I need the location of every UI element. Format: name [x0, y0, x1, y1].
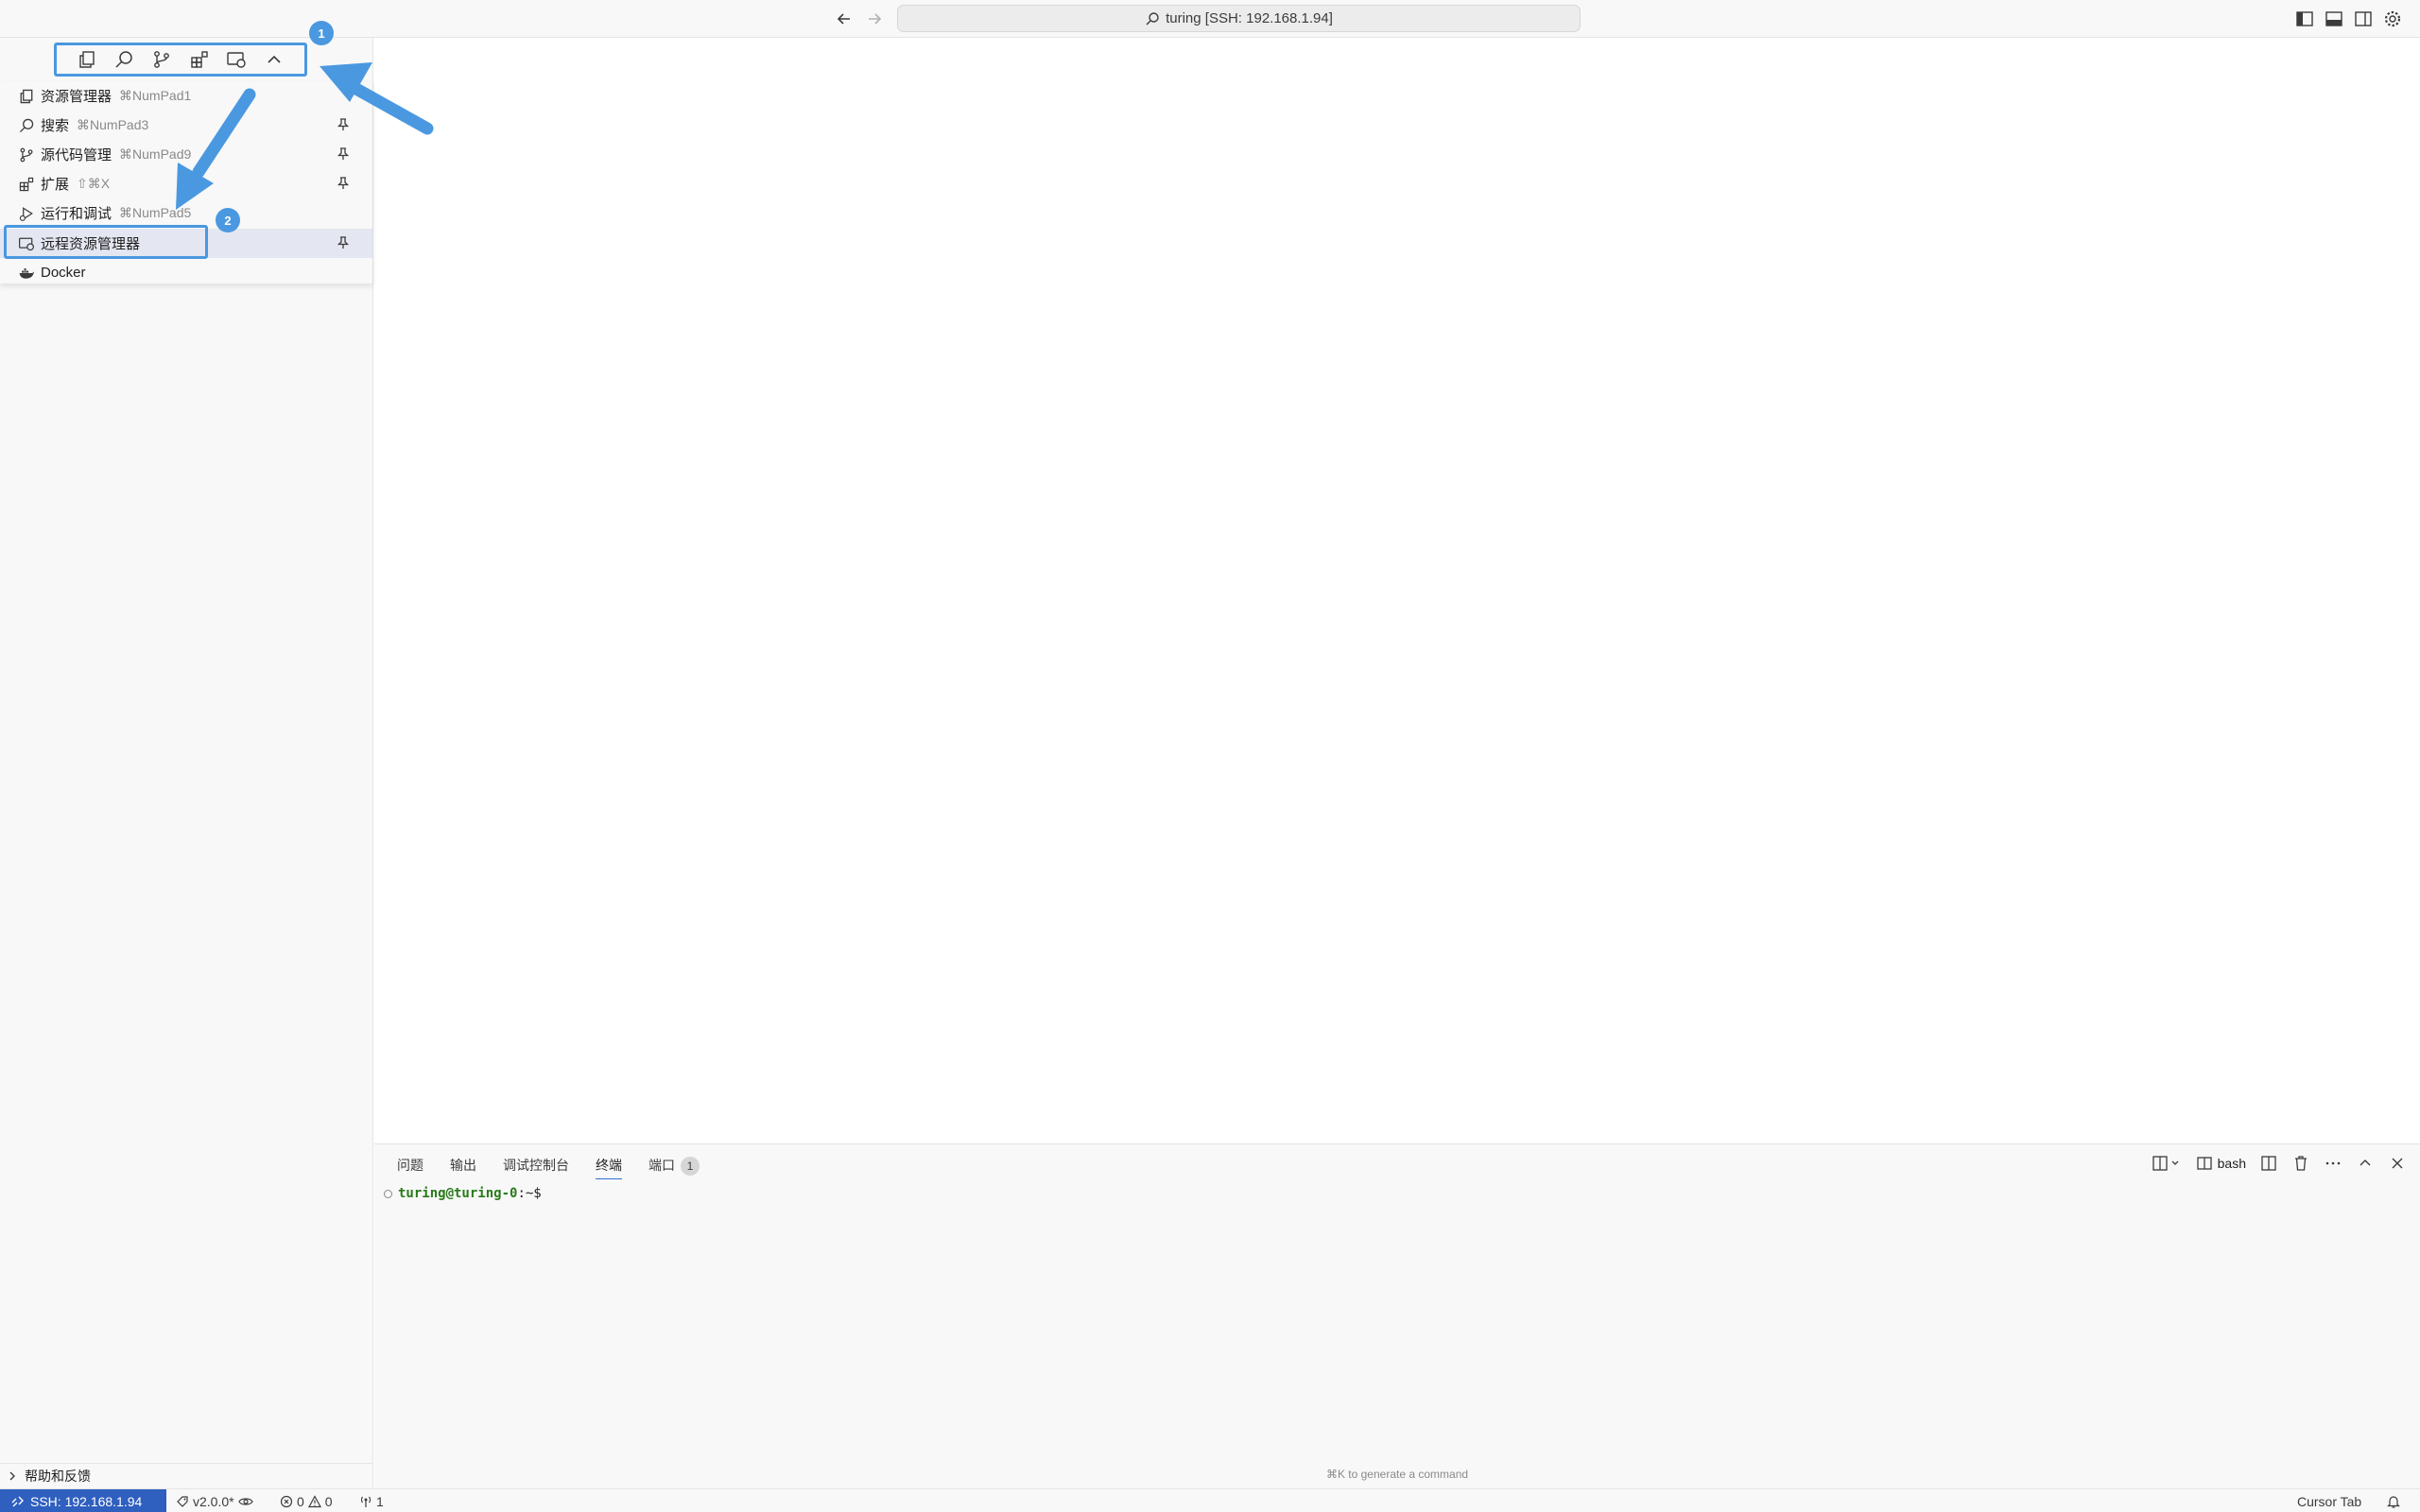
remote-icon [11, 1495, 25, 1508]
tab-ports-label: 端口 [648, 1158, 675, 1173]
toggle-secondary-sidebar-icon[interactable] [2353, 9, 2374, 29]
docker-icon [17, 264, 36, 283]
bell-icon[interactable] [2386, 1489, 2401, 1512]
files-icon[interactable] [76, 48, 98, 71]
tab-terminal[interactable]: 终端 [596, 1156, 622, 1180]
activity-toolbar [54, 43, 307, 77]
more-actions-icon[interactable] [2324, 1154, 2342, 1173]
bottom-panel: 问题 输出 调试控制台 终端 端口 1 bash turing@turing-0… [374, 1143, 2420, 1488]
status-problems[interactable]: 0 0 [280, 1489, 333, 1512]
status-ports[interactable]: 1 [359, 1489, 384, 1512]
menu-item-shortcut: ⌘NumPad9 [119, 146, 192, 162]
help-and-feedback-section[interactable]: 帮助和反馈 [0, 1463, 372, 1487]
terminal-profile[interactable]: bash [2196, 1156, 2246, 1171]
version-label: v2.0.0* [193, 1493, 234, 1509]
menu-item-shortcut: ⇧⌘X [77, 176, 111, 191]
menu-item-label: 搜索 [41, 118, 70, 134]
menu-item-explorer[interactable]: 资源管理器 ⌘NumPad1 [0, 81, 372, 111]
close-icon[interactable] [2388, 1154, 2407, 1173]
files-icon [17, 87, 36, 106]
trash-icon[interactable] [2291, 1154, 2310, 1173]
new-terminal-split-icon[interactable] [2152, 1154, 2184, 1173]
menu-item-label: 资源管理器 [41, 89, 112, 105]
chevron-up-icon[interactable] [263, 48, 285, 71]
remote-indicator-label: SSH: 192.168.1.94 [30, 1493, 143, 1509]
menu-item-shortcut: ⌘NumPad5 [119, 205, 192, 220]
broadcast-icon [359, 1495, 372, 1508]
eye-icon [237, 1495, 253, 1508]
ports-count: 1 [376, 1493, 384, 1509]
menu-item-shortcut: ⌘NumPad3 [77, 117, 149, 132]
arrow-right-icon[interactable] [864, 9, 885, 29]
menu-item-label: 运行和调试 [41, 206, 112, 222]
menu-item-extensions[interactable]: 扩展 ⇧⌘X [0, 169, 372, 198]
source-control-icon [17, 146, 36, 164]
run-debug-icon [17, 204, 36, 223]
error-count: 0 [297, 1493, 304, 1509]
views-menu: 资源管理器 ⌘NumPad1 搜索 ⌘NumPad3 源代码管理 ⌘NumPad… [0, 81, 372, 284]
terminal-path: :~$ [517, 1186, 542, 1201]
menu-item-shortcut: ⌘NumPad1 [119, 88, 192, 103]
pin-icon[interactable] [335, 116, 352, 133]
arrow-left-icon[interactable] [834, 9, 855, 29]
title-bar: turing [SSH: 192.168.1.94] [0, 0, 2420, 38]
search-icon [1145, 11, 1160, 26]
tag-icon [176, 1495, 189, 1508]
help-section-label: 帮助和反馈 [25, 1468, 91, 1484]
status-version[interactable]: v2.0.0* [176, 1489, 253, 1512]
extensions-icon[interactable] [188, 48, 211, 71]
menu-item-label: 扩展 [41, 177, 70, 193]
chevron-right-icon [6, 1469, 19, 1483]
toggle-primary-sidebar-icon[interactable] [2294, 9, 2315, 29]
pin-icon[interactable] [335, 234, 352, 251]
terminal-prompt[interactable]: turing@turing-0:~$ [384, 1186, 542, 1201]
callout-badge-1: 1 [309, 21, 334, 45]
terminal-hint: ⌘K to generate a command [1325, 1468, 1469, 1481]
command-center-label: turing [SSH: 192.168.1.94] [1166, 10, 1333, 26]
tab-output[interactable]: 输出 [450, 1156, 476, 1179]
panel-tabs: 问题 输出 调试控制台 终端 端口 1 [397, 1156, 700, 1180]
status-cursor-tab[interactable]: Cursor Tab [2297, 1489, 2361, 1512]
pin-icon[interactable] [335, 175, 352, 192]
menu-item-source-control[interactable]: 源代码管理 ⌘NumPad9 [0, 140, 372, 169]
menu-item-search[interactable]: 搜索 ⌘NumPad3 [0, 111, 372, 140]
ports-count-badge: 1 [681, 1157, 700, 1177]
menu-item-label: 远程资源管理器 [41, 236, 141, 252]
status-bar: SSH: 192.168.1.94 v2.0.0* 0 0 1 Cursor T… [0, 1488, 2420, 1512]
remote-explorer-icon[interactable] [225, 48, 248, 71]
terminal-split-icon [2196, 1156, 2212, 1171]
remote-explorer-icon [17, 234, 36, 253]
panel-actions: bash [2152, 1154, 2407, 1173]
menu-item-remote-explorer[interactable]: 远程资源管理器 [0, 229, 372, 258]
split-terminal-icon[interactable] [2259, 1154, 2278, 1173]
source-control-icon[interactable] [150, 48, 173, 71]
extensions-icon [17, 175, 36, 194]
menu-item-label: Docker [41, 265, 86, 281]
warning-icon [307, 1494, 321, 1508]
search-icon [17, 116, 36, 135]
terminal-user-host: turing@turing-0 [398, 1186, 518, 1201]
menu-item-label: 源代码管理 [41, 147, 112, 163]
chevron-up-icon[interactable] [2356, 1154, 2375, 1173]
gear-icon[interactable] [2382, 9, 2403, 29]
callout-badge-2: 2 [216, 208, 240, 232]
menu-item-run-and-debug[interactable]: 运行和调试 ⌘NumPad5 [0, 198, 372, 228]
toggle-panel-icon[interactable] [2324, 9, 2344, 29]
primary-sidebar: 1 资源管理器 ⌘NumPad1 搜索 ⌘NumPad3 源代码管理 ⌘NumP… [0, 21, 373, 1488]
command-center[interactable]: turing [SSH: 192.168.1.94] [897, 5, 1581, 32]
menu-item-docker[interactable]: Docker [0, 258, 372, 287]
tab-debug-console[interactable]: 调试控制台 [503, 1156, 569, 1179]
tab-ports[interactable]: 端口 1 [648, 1156, 700, 1179]
tab-problems[interactable]: 问题 [397, 1156, 424, 1179]
error-icon [280, 1495, 293, 1508]
terminal-status-dot [384, 1189, 392, 1198]
terminal-profile-label: bash [2217, 1156, 2246, 1171]
search-icon[interactable] [112, 48, 135, 71]
pin-icon[interactable] [335, 146, 352, 163]
warning-count: 0 [324, 1493, 333, 1509]
remote-indicator[interactable]: SSH: 192.168.1.94 [0, 1489, 166, 1512]
